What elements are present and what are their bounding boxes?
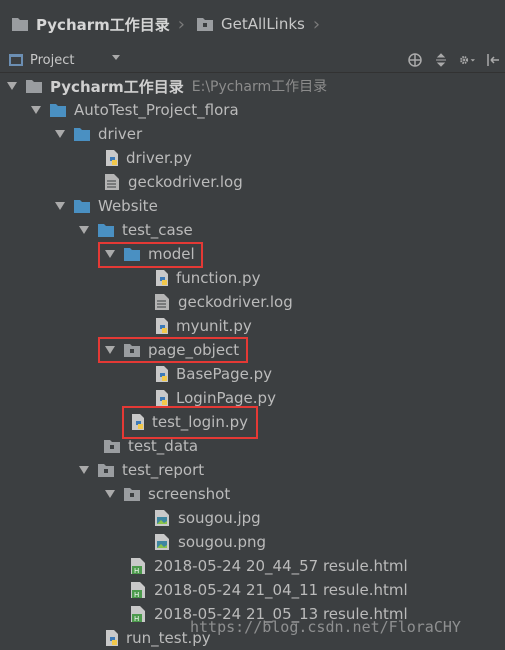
tree-item-label: 2018-05-24 20_44_57 resule.html — [154, 557, 408, 575]
tree-item-geckodriver-log[interactable]: geckodriver.log — [104, 170, 243, 194]
html-file-icon: H — [130, 606, 146, 622]
tree-root[interactable]: Pycharm工作目录 E:\Pycharm工作目录 — [6, 74, 327, 98]
chevron-right-icon: › — [177, 13, 185, 35]
tree-item-test-report[interactable]: test_report — [78, 458, 204, 482]
folder-icon — [12, 16, 28, 32]
svg-text:H: H — [134, 567, 139, 574]
tree-item-label: test_data — [128, 437, 199, 455]
expand-arrow-icon[interactable] — [104, 488, 116, 500]
project-view-label: Project — [30, 52, 75, 68]
package-folder-icon — [98, 462, 114, 478]
folder-icon — [74, 198, 90, 214]
folder-icon — [26, 78, 42, 94]
hide-icon[interactable] — [485, 52, 501, 68]
highlight-box-model — [98, 242, 203, 268]
tree-item-html-report[interactable]: H 2018-05-24 21_04_11 resule.html — [130, 578, 408, 602]
python-file-icon — [154, 270, 170, 286]
expand-arrow-icon[interactable] — [6, 80, 18, 92]
tree-item-label: Website — [98, 197, 158, 215]
chevron-down-icon — [112, 55, 120, 60]
package-folder-icon — [124, 486, 140, 502]
folder-icon — [74, 126, 90, 142]
python-file-icon — [104, 630, 120, 646]
html-file-icon: H — [130, 582, 146, 598]
tree-item-label: myunit.py — [176, 317, 252, 335]
expand-arrow-icon[interactable] — [54, 200, 66, 212]
expand-arrow-icon[interactable] — [30, 104, 42, 116]
tree-item-screenshot[interactable]: screenshot — [104, 482, 230, 506]
expand-arrow-icon[interactable] — [54, 128, 66, 140]
highlight-box-test-login — [122, 406, 258, 439]
tree-item-myunit-py[interactable]: myunit.py — [154, 314, 252, 338]
tree-item-label: sougou.jpg — [178, 509, 261, 527]
tree-item-label: sougou.png — [178, 533, 267, 551]
tree-item-label: 2018-05-24 21_04_11 resule.html — [154, 581, 408, 599]
tree-item-sougou-png[interactable]: sougou.png — [154, 530, 266, 554]
expand-arrow-icon[interactable] — [78, 224, 90, 236]
project-toolbar: Project — [0, 48, 505, 73]
tree-item-website[interactable]: Website — [54, 194, 158, 218]
watermark: https://blog.csdn.net/FloraCHY — [190, 618, 461, 636]
breadcrumb-root-label: Pycharm工作目录 — [36, 15, 170, 34]
breadcrumb: Pycharm工作目录 › GetAllLinks › — [0, 0, 505, 49]
package-folder-icon — [104, 438, 120, 454]
tree-item-label: AutoTest_Project_flora — [74, 101, 239, 119]
log-file-icon — [154, 294, 170, 310]
breadcrumb-root[interactable]: Pycharm工作目录 — [0, 0, 170, 48]
python-file-icon — [104, 150, 120, 166]
folder-icon — [50, 102, 66, 118]
tree-item-label: screenshot — [148, 485, 231, 503]
collapse-all-icon[interactable] — [433, 52, 449, 68]
folder-icon — [98, 222, 114, 238]
tree-root-label: Pycharm工作目录 — [50, 77, 184, 96]
breadcrumb-child[interactable]: GetAllLinks — [185, 0, 305, 48]
scroll-from-source-icon[interactable] — [407, 52, 423, 68]
tree-item-label: function.py — [176, 269, 261, 287]
log-file-icon — [104, 174, 120, 190]
tree-item-sougou-jpg[interactable]: sougou.jpg — [154, 506, 261, 530]
image-file-icon — [154, 510, 170, 526]
tree-item-basepage-py[interactable]: BasePage.py — [154, 362, 272, 386]
package-folder-icon — [196, 16, 213, 32]
tree-item-label: geckodriver.log — [128, 173, 243, 191]
expand-arrow-icon[interactable] — [78, 464, 90, 476]
breadcrumb-child-label: GetAllLinks — [220, 15, 305, 33]
tree-item-test-case[interactable]: test_case — [78, 218, 193, 242]
chevron-right-icon: › — [312, 13, 321, 35]
highlight-box-page-object — [98, 337, 248, 363]
tree-root-path: E:\Pycharm工作目录 — [191, 79, 328, 95]
tree-item-label: test_case — [122, 221, 193, 239]
tree-item-label: driver — [98, 125, 143, 143]
svg-text:H: H — [134, 591, 139, 598]
settings-icon[interactable] — [459, 52, 475, 68]
tree-item-label: LoginPage.py — [176, 389, 276, 407]
python-file-icon — [154, 318, 170, 334]
tree-item-html-report[interactable]: H 2018-05-24 20_44_57 resule.html — [130, 554, 408, 578]
project-tree: Pycharm工作目录 E:\Pycharm工作目录 AutoTest_Proj… — [0, 72, 505, 648]
tree-item-autotest-project[interactable]: AutoTest_Project_flora — [30, 98, 239, 122]
project-view-selector[interactable]: Project — [0, 48, 126, 72]
tree-item-label: test_report — [122, 461, 205, 479]
tree-item-geckodriver-log[interactable]: geckodriver.log — [154, 290, 293, 314]
project-icon — [8, 52, 24, 68]
tree-item-driver-py[interactable]: driver.py — [104, 146, 192, 170]
svg-text:H: H — [134, 615, 139, 622]
tree-item-label: driver.py — [126, 149, 192, 167]
python-file-icon — [154, 390, 170, 406]
tree-item-label: geckodriver.log — [178, 293, 293, 311]
tree-item-driver[interactable]: driver — [54, 122, 142, 146]
python-file-icon — [154, 366, 170, 382]
tree-item-label: BasePage.py — [176, 365, 273, 383]
html-file-icon: H — [130, 558, 146, 574]
image-file-icon — [154, 534, 170, 550]
tree-item-function-py[interactable]: function.py — [154, 266, 260, 290]
